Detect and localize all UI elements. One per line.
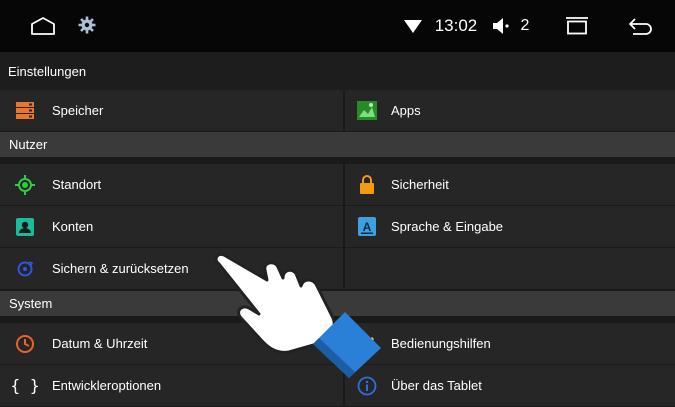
language-icon: A (345, 217, 385, 236)
settings-item-konten[interactable]: Konten (0, 206, 343, 247)
settings-item-label: Sicherheit (391, 177, 449, 192)
status-bar: 13:02 2 (0, 0, 675, 52)
settings-item-bedienung[interactable]: Bedienungshilfen (345, 323, 675, 364)
page-title: Einstellungen (0, 52, 675, 90)
settings-item-label: Standort (52, 177, 102, 192)
account-icon (0, 217, 46, 236)
lock-icon (345, 175, 385, 194)
clock-icon (0, 334, 46, 354)
settings-row: Konten A Sprache & Eingabe (0, 206, 675, 248)
info-icon (345, 376, 385, 396)
settings-item-label: Entwickleroptionen (52, 378, 162, 393)
settings-item-apps[interactable]: Apps (345, 90, 675, 131)
settings-item-label: Apps (391, 103, 421, 118)
settings-item-label: Speicher (52, 103, 104, 118)
settings-item-label: Sichern & zurücksetzen (52, 261, 189, 276)
section-header-nutzer: Nutzer (0, 132, 675, 157)
backup-icon (0, 260, 46, 278)
svg-text:A: A (363, 220, 372, 234)
settings-item-label: Über das Tablet (391, 378, 482, 393)
volume-level: 2 (520, 17, 530, 34)
settings-item-label: Konten (52, 219, 94, 234)
settings-item-label: Bedienungshilfen (391, 336, 491, 351)
storage-icon (0, 102, 46, 119)
settings-item-standort[interactable]: Standort (0, 164, 343, 205)
settings-item-empty (345, 248, 675, 289)
settings-item-tablet[interactable]: Über das Tablet (345, 365, 675, 406)
settings-row: Standort Sicherheit (0, 164, 675, 206)
settings-gear-icon (76, 14, 98, 36)
settings-item-speicher[interactable]: Speicher (0, 90, 343, 131)
settings-item-label: Sprache & Eingabe (391, 219, 504, 234)
settings-item-sicherheit[interactable]: Sicherheit (345, 164, 675, 205)
developer-braces-icon: { } (10, 376, 40, 395)
wifi-icon (402, 17, 424, 35)
settings-row: Speicher Apps (0, 90, 675, 132)
home-icon[interactable] (28, 14, 58, 38)
settings-item-sprache[interactable]: A Sprache & Eingabe (345, 206, 675, 247)
volume-icon (490, 16, 512, 36)
settings-item-label: Datum & Uhrzeit (52, 336, 148, 351)
clock-text: 13:02 (434, 16, 478, 35)
location-icon (0, 174, 46, 195)
back-icon[interactable] (626, 14, 656, 38)
apps-icon (345, 101, 385, 120)
pointing-hand-icon (205, 248, 385, 378)
recent-apps-icon[interactable] (562, 15, 592, 37)
